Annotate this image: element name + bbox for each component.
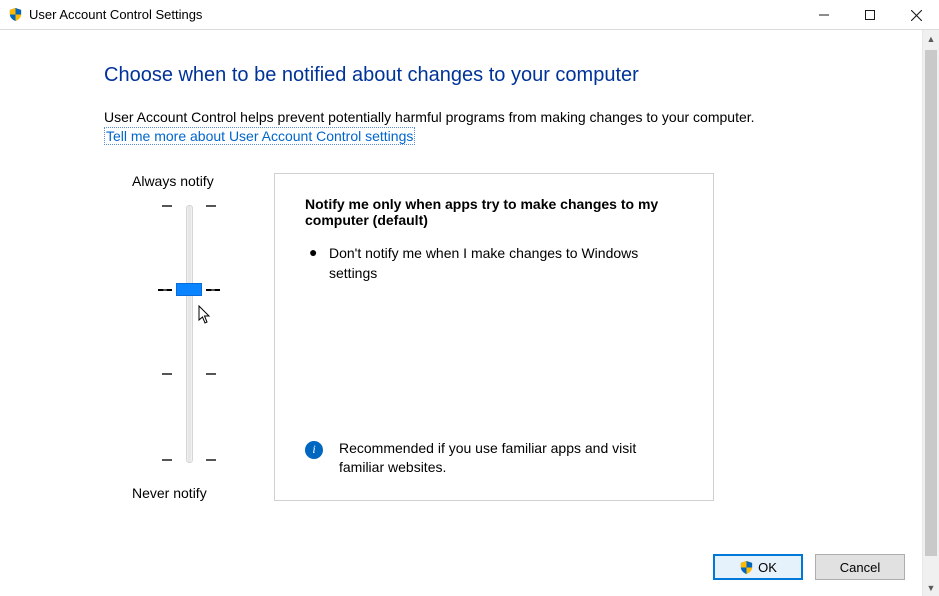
title-bar: User Account Control Settings [0,0,939,30]
slider-tick [162,373,172,375]
scroll-up-arrow-icon[interactable]: ▲ [923,30,939,47]
panel-bullet: ● Don't notify me when I make changes to… [305,244,683,283]
content-area: Choose when to be notified about changes… [0,30,922,596]
slider-top-label: Always notify [132,173,214,189]
ok-button-label: OK [758,560,777,575]
cursor-icon [198,305,212,330]
info-icon: i [305,441,323,459]
page-heading: Choose when to be notified about changes… [104,64,832,87]
recommendation-row: i Recommended if you use familiar apps a… [305,421,683,478]
dialog-button-bar: OK Cancel [713,554,905,580]
scroll-down-arrow-icon[interactable]: ▼ [923,579,939,596]
close-button[interactable] [893,0,939,30]
slider-tick [206,205,216,207]
scrollbar-thumb[interactable] [925,50,937,556]
uac-shield-icon [8,7,23,22]
slider-tick [162,459,172,461]
slider-column: Always notify [104,173,274,501]
minimize-button[interactable] [801,0,847,30]
slider-track [186,205,193,463]
level-info-panel: Notify me only when apps try to make cha… [274,173,714,501]
help-link[interactable]: Tell me more about User Account Control … [104,127,415,145]
maximize-button[interactable] [847,0,893,30]
slider-bottom-label: Never notify [132,485,207,501]
page-description: User Account Control helps prevent poten… [104,109,832,125]
slider-tick [206,373,216,375]
ok-button[interactable]: OK [713,554,803,580]
cancel-button-label: Cancel [840,560,880,575]
cancel-button[interactable]: Cancel [815,554,905,580]
uac-shield-icon [739,560,754,575]
bullet-icon: ● [305,244,329,283]
slider-thumb[interactable] [176,283,202,296]
recommendation-text: Recommended if you use familiar apps and… [339,439,683,478]
client-area: Choose when to be notified about changes… [0,30,939,596]
slider-tick [206,459,216,461]
window-controls [801,0,939,29]
slider-tick [162,205,172,207]
settings-row: Always notify [104,173,832,501]
notify-level-slider[interactable] [144,203,234,467]
slider-thumb-dash [158,289,172,291]
panel-bullet-text: Don't notify me when I make changes to W… [329,244,683,283]
vertical-scrollbar[interactable]: ▲ ▼ [922,30,939,596]
window-title: User Account Control Settings [29,7,801,22]
slider-thumb-dash [206,289,220,291]
panel-title: Notify me only when apps try to make cha… [305,196,683,228]
